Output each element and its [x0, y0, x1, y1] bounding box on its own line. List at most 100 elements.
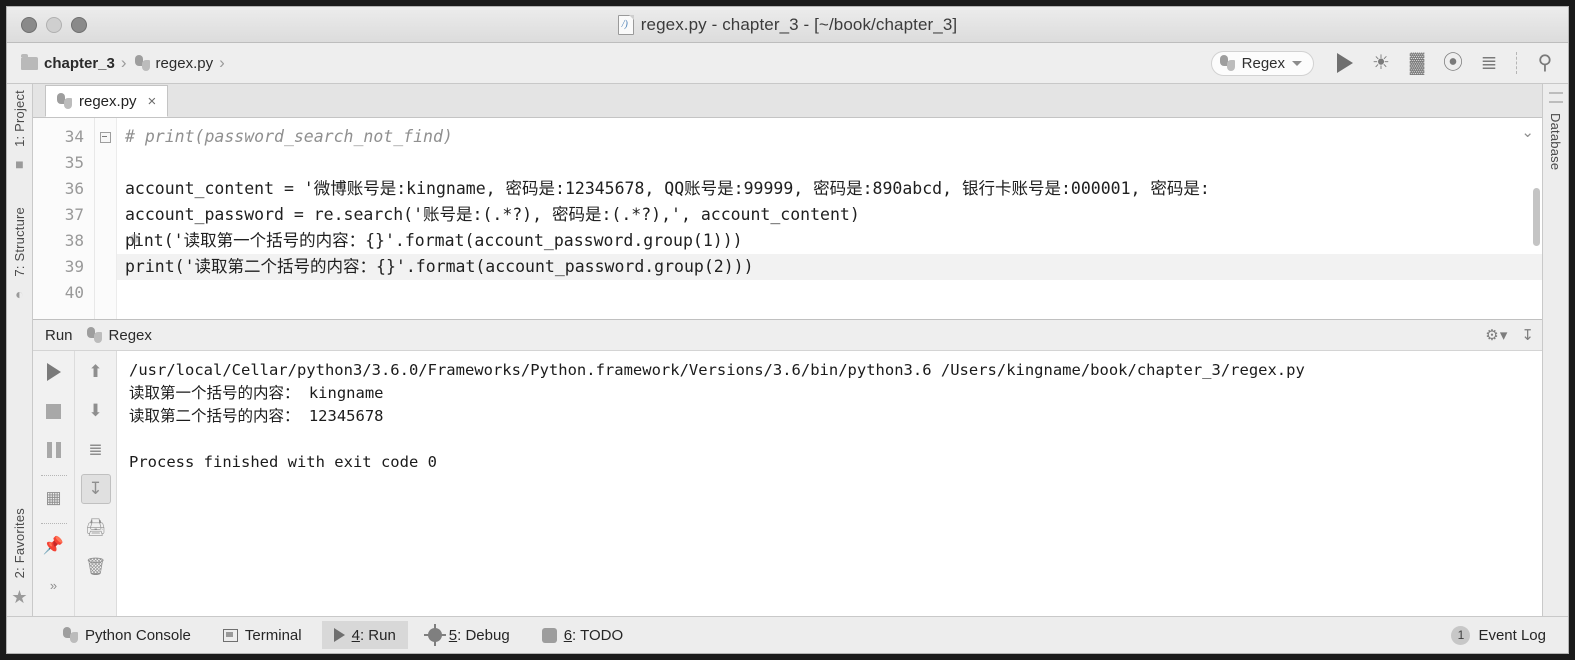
mnemonic: 6: [563, 626, 573, 644]
status-item-python-console[interactable]: Python Console: [51, 621, 203, 649]
stop-button[interactable]: [39, 396, 69, 426]
print-button[interactable]: 🖨: [81, 513, 111, 543]
todo-icon: [541, 627, 557, 643]
pycharm-window: /) regex.py - chapter_3 - [~/book/chapte…: [6, 6, 1569, 654]
down-stacktrace-button[interactable]: ⬇: [81, 396, 111, 426]
status-item-label: 5: Debug: [449, 627, 510, 644]
maximize-window-button[interactable]: [71, 16, 87, 33]
toolbar-divider: [40, 523, 67, 524]
gear-icon[interactable]: ⚙ ▾: [1485, 326, 1507, 344]
run-header-actions: ⚙ ▾ ↧: [1485, 326, 1534, 344]
up-stacktrace-button[interactable]: ⬆: [81, 357, 111, 387]
python-icon: [63, 627, 78, 643]
run-with-coverage-button[interactable]: ▓: [1400, 48, 1434, 78]
code-line-rest: int('读取第一个括号的内容：{}'.format(account_passw…: [133, 231, 743, 250]
console-line: 读取第二个括号的内容： 12345678: [129, 407, 384, 425]
sidebar-item-favorites[interactable]: 2: Favorites: [12, 502, 27, 584]
window-controls: [7, 16, 87, 33]
debug-button[interactable]: ☀: [1364, 48, 1398, 78]
search-everywhere-button[interactable]: ⚲: [1528, 48, 1562, 78]
run-tool-window: Run Regex ⚙ ▾ ↧ ▦ 📌 » ⬆ ⬇ ≣ ↧ 🖨 🗑 /usr/l…: [33, 319, 1542, 616]
clear-all-button[interactable]: 🗑: [81, 552, 111, 582]
close-window-button[interactable]: [21, 16, 37, 33]
breadcrumb: chapter_3 › regex.py ›: [21, 53, 1211, 73]
fold-region-marker[interactable]: [95, 124, 116, 150]
run-toolbar-left: ▦ 📌 »: [33, 351, 75, 616]
status-item-rest: : Run: [359, 626, 396, 644]
title-bar: /) regex.py - chapter_3 - [~/book/chapte…: [7, 7, 1568, 43]
python-file-icon: [134, 55, 150, 71]
status-item-todo[interactable]: 6: TODO: [530, 621, 635, 649]
list-arrow-icon: ≣: [1480, 52, 1498, 74]
status-item-debug[interactable]: 5: Debug: [416, 621, 522, 649]
status-item-terminal[interactable]: Terminal: [211, 621, 314, 649]
terminal-icon: [222, 628, 238, 642]
window-title: regex.py - chapter_3 - [~/book/chapter_3…: [640, 14, 958, 34]
minimize-window-button[interactable]: [46, 16, 62, 33]
scroll-to-end-button[interactable]: ↧: [80, 474, 111, 504]
tab-regex-py[interactable]: regex.py ×: [45, 85, 169, 117]
profile-icon: ⦿: [1443, 52, 1463, 74]
bug-icon: ☀: [1372, 52, 1390, 74]
rerun-button[interactable]: [39, 357, 69, 387]
code-text-area[interactable]: # print(password_search_not_find) accoun…: [117, 118, 1542, 319]
run-tab-regex[interactable]: Regex: [86, 327, 152, 344]
printer-icon: 🖨: [84, 518, 107, 537]
close-icon[interactable]: ×: [148, 93, 157, 110]
wrap-icon: ≣: [88, 440, 103, 459]
left-tool-strip: 1: Project ■ 7: Structure ◐ 2: Favorites…: [7, 84, 33, 616]
hide-icon[interactable]: ↧: [1521, 326, 1534, 344]
python-icon: [86, 327, 102, 343]
run-console-button[interactable]: ≣: [1472, 48, 1506, 78]
console-line: 读取第一个括号的内容： kingname: [129, 384, 384, 402]
status-item-rest: : Debug: [457, 626, 510, 644]
sidebar-item-structure[interactable]: 7: Structure: [12, 201, 27, 283]
trash-icon: 🗑: [84, 557, 107, 576]
editor-tab-strip: regex.py ×: [33, 84, 1542, 118]
editor-vertical-scrollbar[interactable]: [1533, 188, 1540, 246]
breadcrumb-file-label: regex.py: [155, 54, 214, 72]
arrow-up-icon: ⬆: [88, 362, 103, 381]
main-body: 1: Project ■ 7: Structure ◐ 2: Favorites…: [7, 84, 1568, 616]
line-number: 37: [64, 205, 84, 224]
code-line-with-caret: pint('读取第一个括号的内容：{}'.format(account_pass…: [117, 228, 1542, 254]
sidebar-item-project[interactable]: 1: Project: [12, 84, 27, 153]
code-line: # print(password_search_not_find): [125, 127, 453, 146]
python-file-icon: /): [617, 14, 634, 35]
fold-collapse-icon[interactable]: [100, 131, 111, 143]
run-button[interactable]: [1328, 48, 1362, 78]
run-configuration-selector[interactable]: Regex: [1210, 50, 1314, 76]
code-line: account_content = '微博账号是:kingname, 密码是:1…: [125, 179, 1210, 198]
structure-icon: ◐: [15, 285, 24, 302]
toolbar-divider: [40, 475, 67, 476]
status-item-run[interactable]: 4: Run: [321, 621, 408, 649]
more-actions-button[interactable]: »: [39, 570, 69, 600]
status-bar: Python Console Terminal 4: Run 5: Debug …: [7, 616, 1568, 653]
status-item-event-log[interactable]: Event Log: [1478, 627, 1546, 644]
profile-button[interactable]: ⦿: [1436, 48, 1470, 78]
folder-icon: [21, 53, 38, 70]
code-editor[interactable]: 34 35 36 37 38 39 40 # print(password_se…: [33, 118, 1542, 319]
status-item-label: Python Console: [85, 626, 191, 644]
sidebar-item-database[interactable]: Database: [1548, 107, 1563, 176]
play-icon: [46, 363, 61, 381]
database-icon: [1548, 92, 1563, 103]
line-number: 38: [64, 231, 84, 250]
toggle-tasks-button[interactable]: ▦: [39, 483, 69, 513]
collapse-all-icon[interactable]: ⌄: [1521, 125, 1534, 140]
soft-wrap-button[interactable]: ≣: [81, 435, 111, 465]
search-icon: ⚲: [1537, 52, 1553, 74]
layout-icon: ▦: [45, 488, 62, 507]
pause-button[interactable]: [39, 435, 69, 465]
console-output[interactable]: /usr/local/Cellar/python3/3.6.0/Framewor…: [117, 351, 1542, 616]
right-tool-strip: Database: [1542, 84, 1568, 616]
breadcrumb-item-folder[interactable]: chapter_3: [21, 53, 115, 72]
pin-icon: 📌: [42, 536, 65, 555]
pin-tab-button[interactable]: 📌: [39, 531, 69, 561]
run-configuration-label: Regex: [1241, 54, 1285, 72]
line-number: 40: [64, 283, 84, 302]
breadcrumb-item-file[interactable]: regex.py: [134, 54, 214, 72]
mnemonic: 5: [448, 626, 458, 644]
code-folding-gutter[interactable]: [95, 118, 117, 319]
